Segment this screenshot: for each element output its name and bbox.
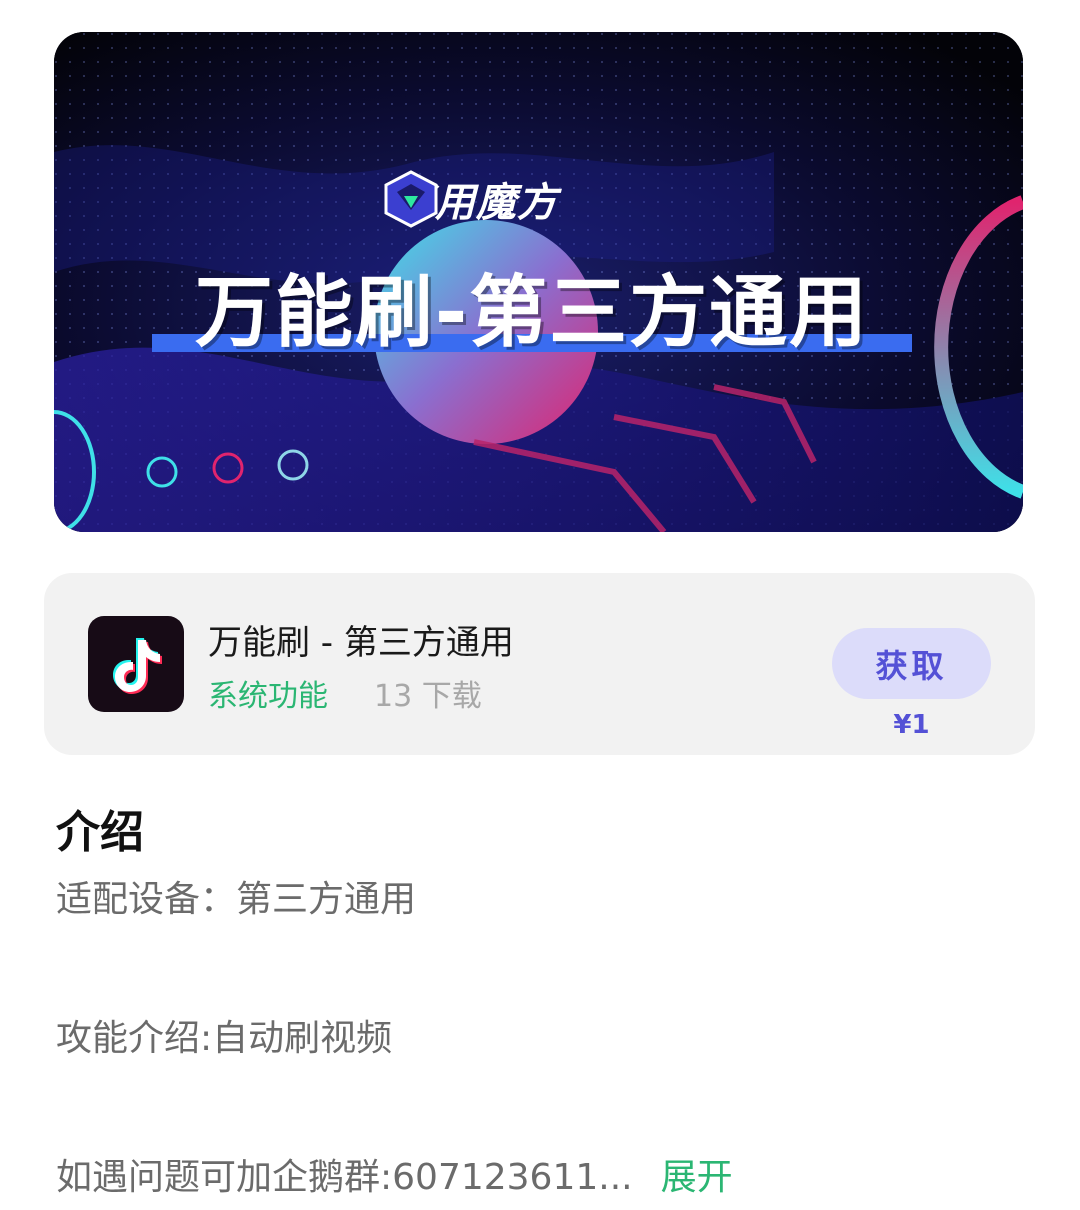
banner-image[interactable]: 好用魔方 万能刷-第三方通用 xyxy=(54,32,1023,532)
expand-link[interactable]: 展开 xyxy=(661,1157,733,1198)
intro-contact-row: 如遇问题可加企鹅群:607123611... 展开 xyxy=(56,1148,733,1200)
app-title: 万能刷 - 第三方通用 xyxy=(208,623,514,663)
intro-heading: 介绍 xyxy=(56,807,144,858)
app-info-card: 万能刷 - 第三方通用 系统功能 13 下载 获取 ¥1 xyxy=(44,573,1035,755)
headline-container: 万能刷-第三方通用 xyxy=(152,250,912,362)
get-button[interactable]: 获取 xyxy=(832,628,991,699)
intro-feature-line: 攻能介绍:自动刷视频 xyxy=(56,1018,393,1059)
price-label: ¥1 xyxy=(893,710,930,740)
tiktok-icon xyxy=(88,616,184,712)
app-category[interactable]: 系统功能 xyxy=(208,671,328,715)
banner-headline: 万能刷-第三方通用 xyxy=(194,268,870,358)
brand-logo: 好用魔方 xyxy=(384,170,558,228)
intro-device-line: 适配设备：第三方通用 xyxy=(56,879,417,920)
download-count: 13 下载 xyxy=(374,679,482,714)
intro-contact-line: 如遇问题可加企鹅群:607123611... xyxy=(56,1157,633,1198)
